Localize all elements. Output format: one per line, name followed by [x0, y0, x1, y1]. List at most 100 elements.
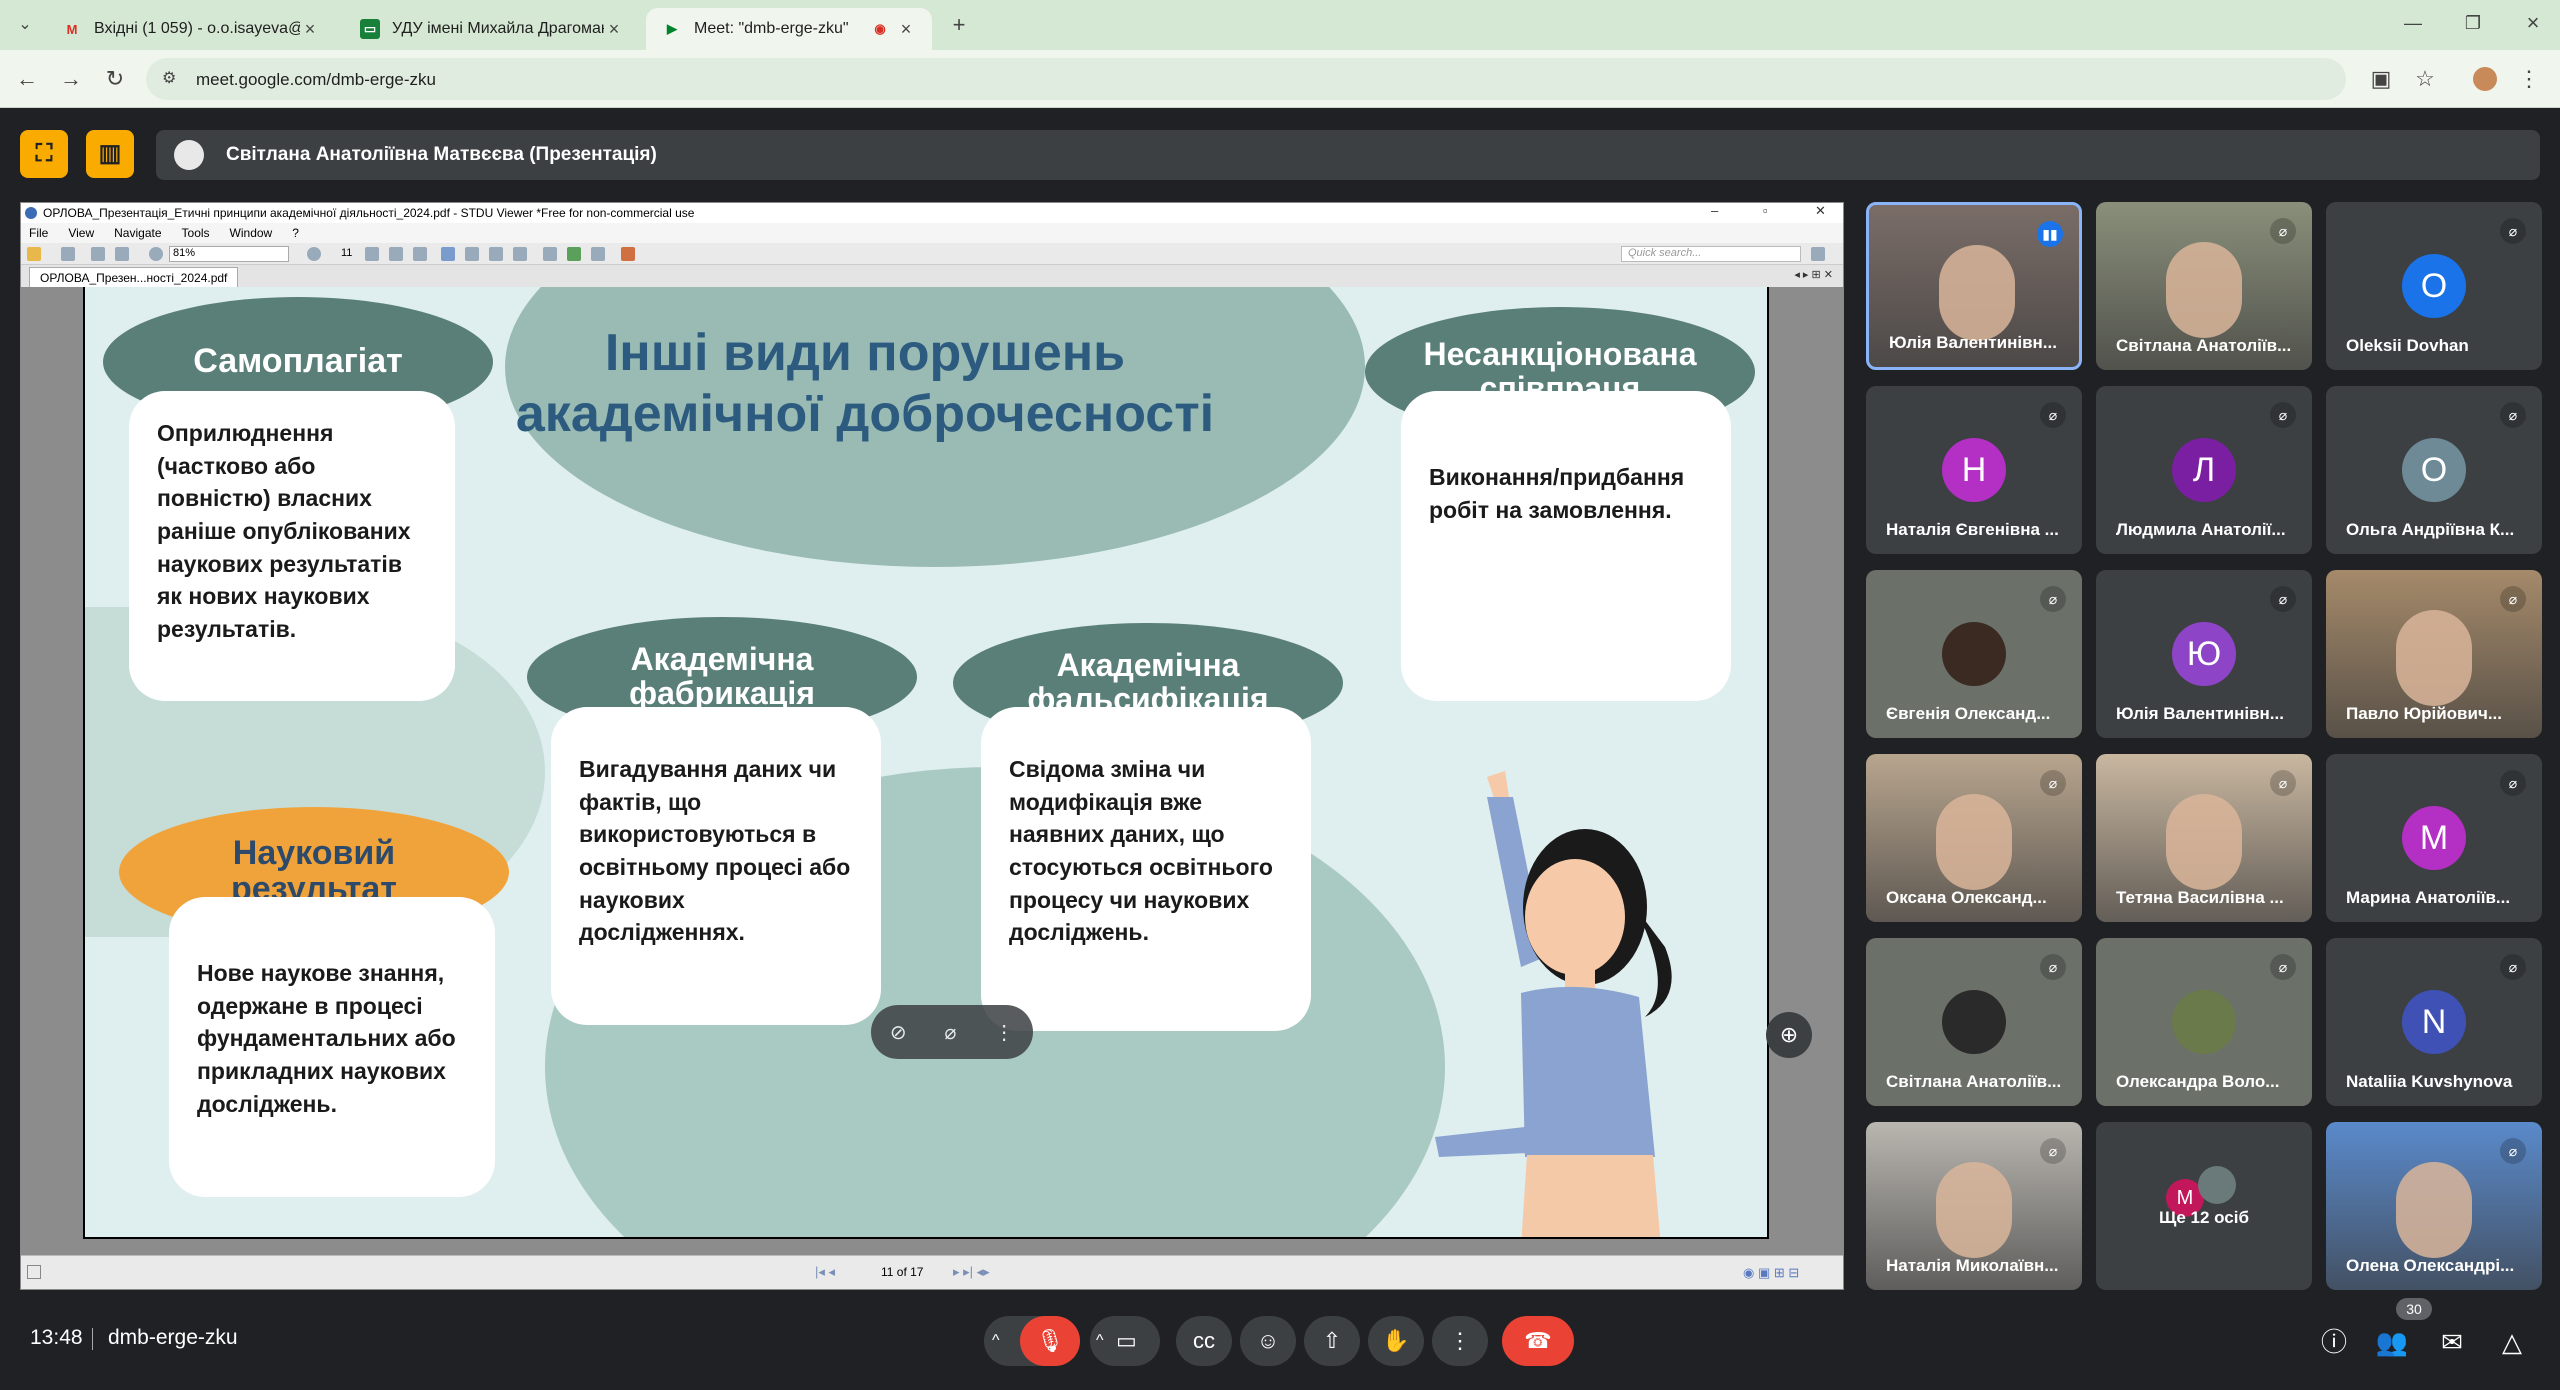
page-count[interactable]: 11 of 17 [881, 1265, 923, 1279]
close-tab-icon[interactable]: × [300, 19, 320, 40]
activities-icon[interactable]: △ [2494, 1324, 2530, 1360]
site-info-icon[interactable]: ⚙ [162, 68, 176, 88]
doc-tab-controls-icon[interactable]: ◂ ▸ ⊞ ✕ [1794, 268, 1833, 281]
document-tab[interactable]: ОРЛОВА_Презен...ності_2024.pdf [29, 267, 239, 287]
new-tab-icon[interactable]: + [944, 10, 974, 40]
participant-tile[interactable]: ⌀ Олександра Воло... [2096, 938, 2312, 1106]
participant-tile[interactable]: О ⌀ Ольга Андріївна К... [2326, 386, 2542, 554]
participant-tile[interactable]: Н ⌀ Наталія Євгенівна ... [1866, 386, 2082, 554]
menu-navigate[interactable]: Navigate [114, 226, 161, 240]
zoom-share-icon[interactable]: ⊕ [1766, 1012, 1812, 1058]
people-icon[interactable]: 👥 [2374, 1324, 2410, 1360]
participant-tile[interactable]: ⌀ Павло Юрійович... [2326, 570, 2542, 738]
participant-tile[interactable]: ⌀ Світлана Анатоліїв... [1866, 938, 2082, 1106]
captions-icon[interactable]: cc [1176, 1316, 1232, 1366]
unpin-icon[interactable]: ⊘ [890, 1020, 907, 1045]
fit-icon[interactable] [365, 247, 379, 261]
participant-tile[interactable]: Ю ⌀ Юлія Валентинівн... [2096, 570, 2312, 738]
browser-menu-icon[interactable]: ⋮ [2514, 64, 2544, 94]
open-icon[interactable] [27, 247, 41, 261]
annotate-icon[interactable] [621, 247, 635, 261]
hide-presentation-icon[interactable]: ⛶ [20, 130, 68, 178]
restore-icon[interactable]: ❐ [2458, 8, 2488, 38]
tab-meet[interactable]: ▶ Meet: "dmb-erge-zku" ◉ × [646, 8, 932, 50]
omnibox[interactable]: ⚙ meet.google.com/dmb-erge-zku [146, 58, 2346, 100]
participant-tile[interactable]: ⌀ Олена Олександрі... [2326, 1122, 2542, 1290]
participant-tile[interactable]: ▮▮ Юлія Валентинівн... [1866, 202, 2082, 370]
more-participants-tile[interactable]: M Ще 12 осіб [2096, 1122, 2312, 1290]
bookmark-star-icon[interactable]: ☆ [2410, 64, 2440, 94]
profile-avatar-icon[interactable] [2470, 64, 2500, 94]
participant-tile[interactable]: ⌀ Тетяна Василівна ... [2096, 754, 2312, 922]
tab-classroom[interactable]: ▭ УДУ імені Михайла Драгоман × [344, 8, 640, 50]
find-icon[interactable] [543, 247, 557, 261]
participant-tile[interactable]: ⌀ Наталія Миколаївн... [1866, 1122, 2082, 1290]
search-go-icon[interactable] [1811, 247, 1825, 261]
viewer-close-icon[interactable]: ✕ [1815, 203, 1826, 219]
zoom-in-icon[interactable] [307, 247, 321, 261]
audio-settings-chevron-icon[interactable]: ^ [992, 1316, 1000, 1366]
viewer-maximize-icon[interactable]: ▫ [1763, 203, 1768, 218]
tab-search-icon[interactable]: ⌄ [10, 10, 40, 40]
mute-tile-icon[interactable]: ⌀ [944, 1020, 956, 1045]
participant-tile[interactable]: O ⌀ Oleksii Dovhan [2326, 202, 2542, 370]
menu-view[interactable]: View [68, 226, 94, 240]
raise-hand-icon[interactable]: ✋ [1368, 1316, 1424, 1366]
copy-icon[interactable] [91, 247, 105, 261]
sidebar-toggle-icon[interactable] [27, 1265, 41, 1279]
video-settings-chevron-icon[interactable]: ^ [1096, 1316, 1104, 1366]
meet-icon: ▶ [667, 21, 677, 36]
info-icon[interactable]: ⓘ [2316, 1324, 2352, 1360]
print-icon[interactable] [61, 247, 75, 261]
menu-tools[interactable]: Tools [182, 226, 210, 240]
snapshot-icon[interactable] [489, 247, 503, 261]
close-tab-icon[interactable]: × [896, 19, 916, 40]
more-options-icon[interactable]: ⋮ [1432, 1316, 1488, 1366]
present-icon[interactable]: ⇧ [1304, 1316, 1360, 1366]
close-tab-icon[interactable]: × [604, 19, 624, 40]
participant-tile[interactable]: ⌀ Євгенія Олександ... [1866, 570, 2082, 738]
menu-file[interactable]: File [29, 226, 48, 240]
fit-height-icon[interactable] [413, 247, 427, 261]
tab-gmail[interactable]: M Вхідні (1 059) - o.o.isayeva@ud × [46, 8, 336, 50]
tile-more-icon[interactable]: ⋮ [994, 1020, 1014, 1045]
close-window-icon[interactable]: × [2518, 8, 2548, 38]
forward-nav-icon[interactable] [591, 247, 605, 261]
forward-icon[interactable]: → [56, 64, 86, 94]
participant-tile[interactable]: М ⌀ Марина Анатоліїв... [2326, 754, 2542, 922]
page-field[interactable]: 11 [341, 247, 352, 259]
viewer-minimize-icon[interactable]: – [1711, 203, 1718, 218]
camera-icon[interactable]: ▭ [1116, 1316, 1137, 1366]
zoom-select[interactable]: 81% [169, 246, 289, 262]
hand-tool-icon[interactable] [441, 247, 455, 261]
back-nav-icon[interactable] [567, 247, 581, 261]
thumbnails-icon[interactable] [513, 247, 527, 261]
participant-name: Тетяна Василівна ... [2116, 888, 2284, 907]
back-icon[interactable]: ← [12, 64, 42, 94]
first-prev-page-icon[interactable]: |◂ ◂ [815, 1264, 835, 1280]
participant-tile[interactable]: ⌀ Світлана Анатоліїв... [2096, 202, 2312, 370]
layout-icon[interactable]: ▥ [86, 130, 134, 178]
mic-off-icon: ⌀ [2040, 586, 2066, 612]
fit-width-icon[interactable] [389, 247, 403, 261]
minimize-icon[interactable]: — [2398, 8, 2428, 38]
camera-in-use-icon[interactable]: ▣ [2366, 64, 2396, 94]
participant-tile[interactable]: Л ⌀ Людмила Анатолії... [2096, 386, 2312, 554]
menu-window[interactable]: Window [230, 226, 273, 240]
menu-help[interactable]: ? [292, 226, 299, 240]
paste-icon[interactable] [115, 247, 129, 261]
view-mode-icons[interactable]: ◉ ▣ ⊞ ⊟ [1743, 1265, 1799, 1281]
avatar: Л [2172, 438, 2236, 502]
participant-tile[interactable]: ⌀ Оксана Олександ... [1866, 754, 2082, 922]
url-text[interactable]: meet.google.com/dmb-erge-zku [196, 70, 436, 90]
reload-icon[interactable]: ↻ [100, 64, 130, 94]
zoom-out-icon[interactable] [149, 247, 163, 261]
quick-search-input[interactable]: Quick search... [1621, 246, 1801, 262]
end-call-icon[interactable]: ☎ [1502, 1316, 1574, 1366]
mic-off-icon[interactable]: 🎙 [1020, 1316, 1080, 1366]
emoji-icon[interactable]: ☺ [1240, 1316, 1296, 1366]
select-text-icon[interactable] [465, 247, 479, 261]
participant-tile[interactable]: N ⌀ Nataliia Kuvshynova [2326, 938, 2542, 1106]
chat-icon[interactable]: ✉ [2434, 1324, 2470, 1360]
next-last-page-icon[interactable]: ▸ ▸| ◂▸ [953, 1264, 990, 1280]
